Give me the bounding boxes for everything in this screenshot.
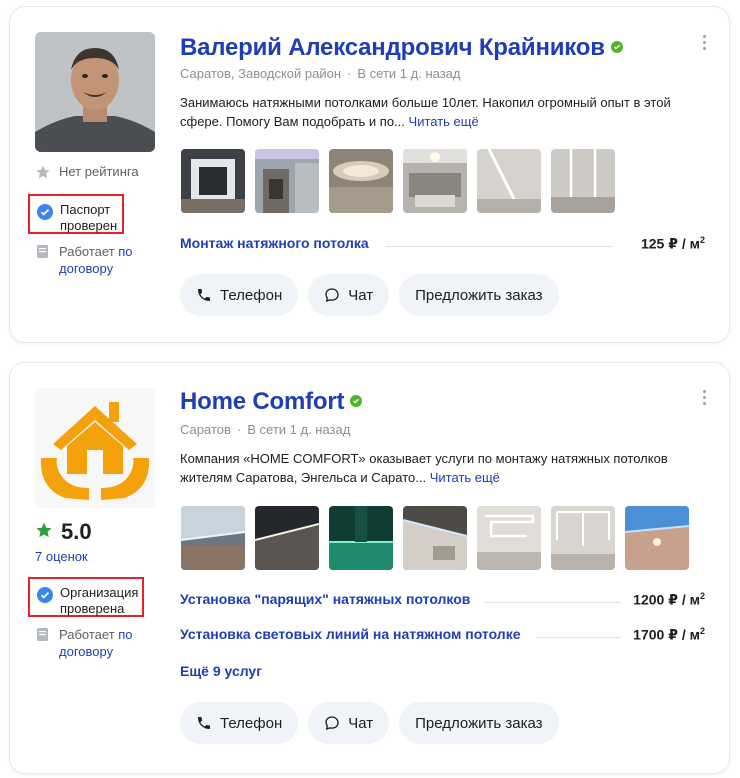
passport-check-highlight: Паспорт проверен [28,194,124,234]
service-name[interactable]: Установка "парящих" натяжных потолков [180,591,470,607]
portfolio-photo[interactable] [403,149,467,213]
contract-row: Работает по договору [35,626,149,660]
service-price: 125 ₽ / м2 [640,235,705,252]
document-icon [35,626,51,642]
company-meta: Саратов · В сети 1 д. назад [180,422,351,437]
portfolio-photo[interactable] [477,506,541,570]
specialist-card: Нет рейтинга Паспорт проверен Работает п… [9,6,730,343]
contract-row: Работает по договору [35,243,149,277]
portfolio-photo[interactable] [403,506,467,570]
check-status: Паспорт проверен [60,202,118,233]
star-icon [35,164,51,180]
online-status: В сети 1 д. назад [357,66,461,81]
check-status: Организация проверена [60,585,139,616]
phone-icon [196,715,212,731]
service-row[interactable]: Монтаж натяжного потолка 125 ₽ / м2 [180,235,705,255]
contract-link[interactable]: по [118,627,132,642]
contract-link-2[interactable]: договору [59,644,113,659]
action-buttons: Телефон Чат Предложить заказ [180,702,559,744]
service-leader-line [386,246,613,247]
chat-icon [324,715,340,731]
service-leader-line [484,602,621,603]
location: Саратов, Заводской район [180,66,342,81]
verified-icon [350,394,363,407]
portfolio-photo[interactable] [181,506,245,570]
verified-badge-icon [37,587,53,603]
service-price: 1200 ₽ / м2 [633,591,705,608]
service-price: 1700 ₽ / м2 [633,626,705,643]
specialist-meta: Саратов, Заводской район · В сети 1 д. наз… [180,66,461,81]
read-more-link[interactable]: Читать ещё [409,114,479,129]
portfolio-photo[interactable] [329,506,393,570]
portfolio-photo[interactable] [329,149,393,213]
phone-icon [196,287,212,303]
more-options-icon[interactable] [703,390,707,408]
star-icon [35,519,53,545]
portfolio-photo[interactable] [255,506,319,570]
online-status: В сети 1 д. назад [247,422,351,437]
portfolio-photo[interactable] [551,149,615,213]
portfolio-photo[interactable] [551,506,615,570]
portfolio-photo[interactable] [625,506,689,570]
offer-order-button[interactable]: Предложить заказ [399,274,559,316]
verified-badge-icon [37,204,53,220]
description: Компания «HOME COMFORT» оказывает услуги… [180,451,668,485]
more-services-link[interactable]: Ещё 9 услуг [180,663,262,679]
company-name[interactable]: Home Comfort [180,388,363,416]
service-name[interactable]: Установка световых линий на натяжном пот… [180,626,521,642]
specialist-avatar[interactable] [35,32,155,152]
contract-link-2[interactable]: договору [59,261,113,276]
service-name[interactable]: Монтаж натяжного потолка [180,235,369,251]
rating-score: 5.0 [35,519,92,545]
verified-icon [610,40,623,53]
more-options-icon[interactable] [703,35,707,53]
phone-button[interactable]: Телефон [180,702,299,744]
portfolio-photo[interactable] [477,149,541,213]
action-buttons: Телефон Чат Предложить заказ [180,274,559,316]
company-card: 5.0 7 оценок Организация проверена Работ… [9,362,730,774]
service-leader-line [536,637,621,638]
specialist-name[interactable]: Валерий Александрович Крайников [180,34,623,62]
portfolio-gallery [181,149,615,213]
organization-check-highlight: Организация проверена [28,577,144,617]
rating-text: Нет рейтинга [59,164,139,179]
offer-order-button[interactable]: Предложить заказ [399,702,559,744]
service-row[interactable]: Установка "парящих" натяжных потолков 12… [180,591,705,611]
portfolio-gallery [181,506,689,570]
location: Саратов [180,422,231,437]
chat-icon [324,287,340,303]
portfolio-photo[interactable] [255,149,319,213]
company-logo[interactable] [35,388,155,508]
portfolio-photo[interactable] [181,149,245,213]
service-row[interactable]: Установка световых линий на натяжном пот… [180,626,705,646]
contract-link[interactable]: по [118,244,132,259]
phone-button[interactable]: Телефон [180,274,299,316]
chat-button[interactable]: Чат [308,274,390,316]
reviews-link[interactable]: 7 оценок [35,549,88,564]
rating-row: Нет рейтинга [35,164,139,180]
document-icon [35,243,51,259]
read-more-link[interactable]: Читать ещё [430,470,500,485]
description: Занимаюсь натяжными потолками больше 10л… [180,95,671,129]
chat-button[interactable]: Чат [308,702,390,744]
